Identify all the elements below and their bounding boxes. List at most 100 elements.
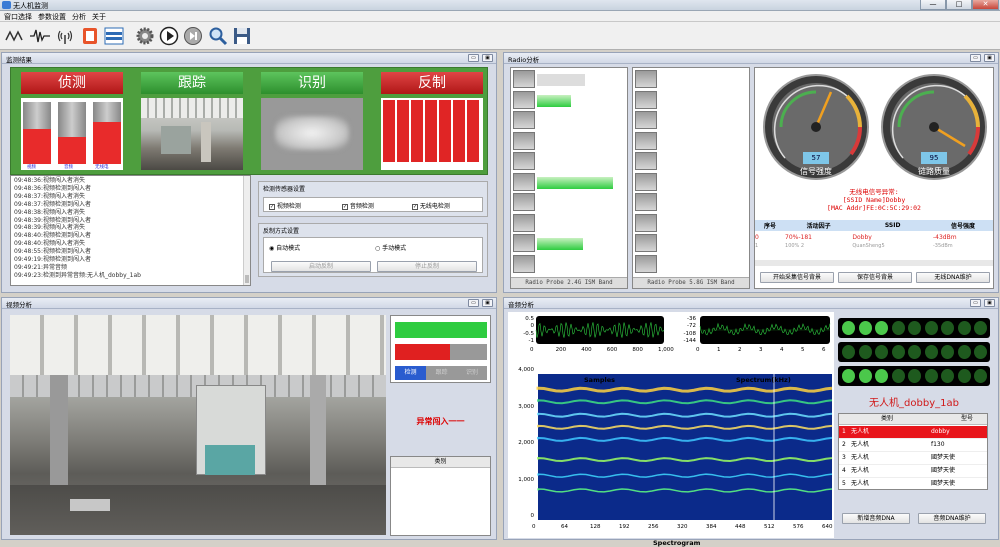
radio-auto[interactable]: ◉ 自动模式 <box>269 243 300 252</box>
maximize-panel-button[interactable]: ▣ <box>984 299 995 307</box>
close-button[interactable]: ✕ <box>972 0 999 10</box>
log-entry: 09:48:40:视频闯入者消失 <box>14 240 85 248</box>
event-log[interactable]: 09:48:36:视频闯入者消失 09:48:36:视频检测到闯入者 09:48:3… <box>10 175 251 286</box>
table-row[interactable]: 1 无人机 dobby <box>839 426 987 439</box>
tick-label: 128 <box>590 524 601 530</box>
stop-counter-button[interactable]: 停止反制 <box>377 261 477 272</box>
tab-detect[interactable]: 检测 <box>395 366 426 380</box>
restore-button[interactable]: ▭ <box>970 54 981 62</box>
samples-label: Samples <box>584 376 615 384</box>
tab-track[interactable]: 跟踪 <box>426 366 457 380</box>
menu-about[interactable]: 关于 <box>92 12 106 22</box>
sensor-settings-title: 检测传感器设置 <box>263 186 306 193</box>
checkbox-audio[interactable]: ✓ 音频检测 <box>342 201 374 210</box>
channel-row <box>513 111 625 129</box>
panel-title: 视频分析 <box>6 301 32 309</box>
log-scrollbar[interactable] <box>243 176 250 285</box>
toolbar <box>0 22 1000 50</box>
restore-button[interactable]: ▭ <box>468 299 479 307</box>
layout-icon[interactable] <box>103 24 125 47</box>
maximize-panel-button[interactable]: ▣ <box>984 54 995 62</box>
col-index: 序号 <box>764 223 777 230</box>
indicator-dot <box>842 345 855 359</box>
signal-wave-icon[interactable] <box>29 24 51 47</box>
maximize-panel-button[interactable]: ▣ <box>482 299 493 307</box>
bar-label-audio: 音频 <box>64 165 73 170</box>
tick-label: 0 <box>530 323 535 330</box>
header-track: 跟踪 <box>141 72 243 94</box>
indicator-dot <box>858 369 872 383</box>
channel-thumb <box>513 193 535 211</box>
indicator-dot <box>924 321 938 335</box>
log-entry: 09:48:36:视频检测到闯入者 <box>14 184 91 192</box>
table-row[interactable]: 3 无人机 國梦天使 <box>839 452 987 465</box>
channel-thumb <box>635 234 657 252</box>
radio-table: 序号 活动因子 SSID 信号强度 0 70%-181 Dobby -43dBm 1 100%… <box>755 220 993 249</box>
add-audio-dna-button[interactable]: 新增音频DNA <box>842 513 910 524</box>
restore-button[interactable]: ▭ <box>970 299 981 307</box>
header-detect: 侦测 <box>21 72 123 94</box>
panel-title: 音频分析 <box>508 301 534 309</box>
app-icon <box>2 1 11 9</box>
counter-bars <box>381 98 483 170</box>
channel-row <box>513 234 625 252</box>
save-icon[interactable] <box>231 24 253 47</box>
menu-params[interactable]: 参数设置 <box>38 12 66 22</box>
antenna-icon[interactable] <box>54 24 76 47</box>
radio-dna-button[interactable]: 无线DNA维护 <box>916 272 990 283</box>
table-row[interactable]: 1 100% 2 QuanSheng5 -35dBm <box>755 243 993 249</box>
maximize-button[interactable]: □ <box>946 0 972 10</box>
tick-label: 640 <box>822 524 833 530</box>
tick-label: 4 <box>780 347 784 353</box>
collect-background-button[interactable]: 开始采集信号背景 <box>760 272 834 283</box>
indicator-dot <box>941 369 954 383</box>
panel-title: 监测结果 <box>6 56 32 64</box>
tab-identify[interactable]: 识别 <box>457 366 487 380</box>
log-entry: 09:48:55:视频检测到闯入者 <box>14 248 91 256</box>
spectrum-label: Spectrum(kHz) <box>736 376 791 384</box>
tick-label: 64 <box>561 524 568 530</box>
camera-feed <box>10 315 386 535</box>
drone-name: 无人机_dobby_1ab <box>869 398 959 409</box>
tick-label: 3 <box>759 347 763 353</box>
menu-window[interactable]: 窗口选择 <box>4 12 32 22</box>
search-icon[interactable] <box>207 24 229 47</box>
menu-analysis[interactable]: 分析 <box>72 12 86 22</box>
table-row[interactable]: 5 无人机 國梦天使 <box>839 478 987 489</box>
indicator-dot <box>908 345 921 359</box>
minimize-button[interactable]: — <box>920 0 946 10</box>
tick-label: 192 <box>619 524 630 530</box>
record-icon[interactable] <box>79 24 101 47</box>
signal-strength-label: 信号强度 <box>800 167 832 176</box>
save-background-button[interactable]: 保存信号背景 <box>838 272 912 283</box>
header-counter: 反制 <box>381 72 483 94</box>
maximize-panel-button[interactable]: ▣ <box>482 54 493 62</box>
title-bar: 无人机监测 — □ ✕ <box>0 0 1000 11</box>
checkbox-radio[interactable]: ✓ 无线电检测 <box>412 201 450 210</box>
scan-wave-icon[interactable] <box>4 24 26 47</box>
next-icon[interactable] <box>182 24 204 47</box>
channel-thumb <box>635 90 657 109</box>
indicator-dot <box>858 345 872 359</box>
tick-label: 320 <box>677 524 688 530</box>
log-entry: 09:49:19:视频检测到闯入者 <box>14 256 91 264</box>
start-counter-button[interactable]: 启动反制 <box>271 261 371 272</box>
table-row[interactable]: 4 无人机 國梦天使 <box>839 465 987 478</box>
audio-dna-button[interactable]: 音频DNA维护 <box>918 513 986 524</box>
channel-thumb <box>635 172 657 191</box>
tick-label: 0 <box>532 524 536 530</box>
radio-manual[interactable]: ○ 手动模式 <box>375 243 406 252</box>
table-row[interactable]: 2 无人机 f130 <box>839 439 987 452</box>
gear-icon[interactable] <box>134 24 156 47</box>
channel-row <box>635 234 747 252</box>
tick-label: 3,000 <box>518 403 534 410</box>
audio-level-bar <box>58 102 86 164</box>
play-icon[interactable] <box>158 24 180 47</box>
channel-row <box>513 254 625 273</box>
tick-label: 1 <box>717 347 721 353</box>
checkbox-video[interactable]: ✓ 视频检测 <box>269 201 301 210</box>
signal-strength-value: 57 <box>811 154 821 162</box>
restore-button[interactable]: ▭ <box>468 54 479 62</box>
table-row[interactable]: 0 70%-181 Dobby -43dBm <box>755 231 993 243</box>
tick-label: 0 <box>530 347 534 353</box>
